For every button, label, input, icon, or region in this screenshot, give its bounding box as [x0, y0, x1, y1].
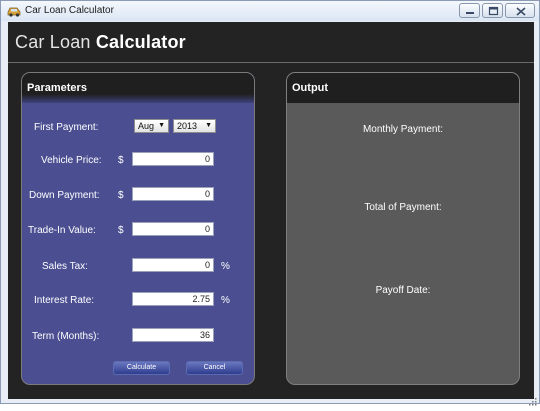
- vehicle-price-input[interactable]: 0: [132, 152, 214, 166]
- title-bar[interactable]: Car Loan Calculator: [1, 1, 539, 21]
- vehicle-price-currency: $: [118, 155, 124, 166]
- payoff-date-label: Payoff Date:: [375, 285, 431, 296]
- first-payment-label: First Payment:: [34, 122, 99, 133]
- monthly-payment-label: Monthly Payment:: [362, 124, 444, 135]
- parameters-header: Parameters: [22, 73, 254, 103]
- down-payment-currency: $: [118, 190, 124, 201]
- total-payment-label: Total of Payment:: [364, 202, 442, 213]
- parameters-heading: Parameters: [27, 82, 87, 94]
- resize-grip-icon[interactable]: [529, 393, 537, 406]
- interest-rate-unit: %: [221, 295, 230, 306]
- close-button[interactable]: [505, 3, 535, 18]
- page-title-light: Car Loan: [15, 32, 96, 52]
- trade-in-input[interactable]: 0: [132, 222, 214, 236]
- chevron-down-icon: ▼: [158, 122, 165, 129]
- client-area: Car Loan Calculator Parameters First Pay…: [8, 22, 534, 399]
- month-value: Aug: [138, 121, 155, 131]
- year-value: 2013: [177, 121, 198, 131]
- car-icon: [7, 4, 21, 17]
- window-title: Car Loan Calculator: [25, 5, 114, 16]
- interest-rate-input[interactable]: 2.75: [132, 292, 214, 306]
- month-select[interactable]: Aug ▼: [134, 119, 169, 133]
- parameters-panel: Parameters First Payment: Aug ▼ 2013 ▼ V…: [21, 72, 255, 385]
- trade-in-label: Trade-In Value:: [28, 225, 96, 236]
- term-label: Term (Months):: [32, 331, 100, 342]
- minimize-button[interactable]: [459, 3, 480, 18]
- year-select[interactable]: 2013 ▼: [173, 119, 216, 133]
- down-payment-label: Down Payment:: [29, 190, 100, 201]
- term-input[interactable]: 36: [132, 328, 214, 342]
- trade-in-currency: $: [118, 225, 124, 236]
- output-panel: Output Monthly Payment: Total of Payment…: [286, 72, 520, 385]
- page-title: Car Loan Calculator: [15, 32, 186, 53]
- output-header: Output: [287, 73, 519, 103]
- output-heading: Output: [292, 82, 329, 94]
- maximize-button[interactable]: [482, 3, 503, 18]
- down-payment-input[interactable]: 0: [132, 187, 214, 201]
- app-window: Car Loan Calculator Car Loan Calculator …: [0, 0, 540, 406]
- calculate-button[interactable]: Calculate: [113, 361, 170, 375]
- sales-tax-label: Sales Tax:: [42, 261, 88, 272]
- sales-tax-input[interactable]: 0: [132, 258, 214, 272]
- chevron-down-icon: ▼: [205, 122, 212, 129]
- header-divider: [8, 62, 534, 63]
- interest-rate-label: Interest Rate:: [34, 295, 95, 306]
- page-title-bold: Calculator: [95, 32, 186, 52]
- sales-tax-unit: %: [221, 261, 230, 272]
- vehicle-price-label: Vehicle Price:: [41, 155, 102, 166]
- cancel-button[interactable]: Cancel: [186, 361, 243, 375]
